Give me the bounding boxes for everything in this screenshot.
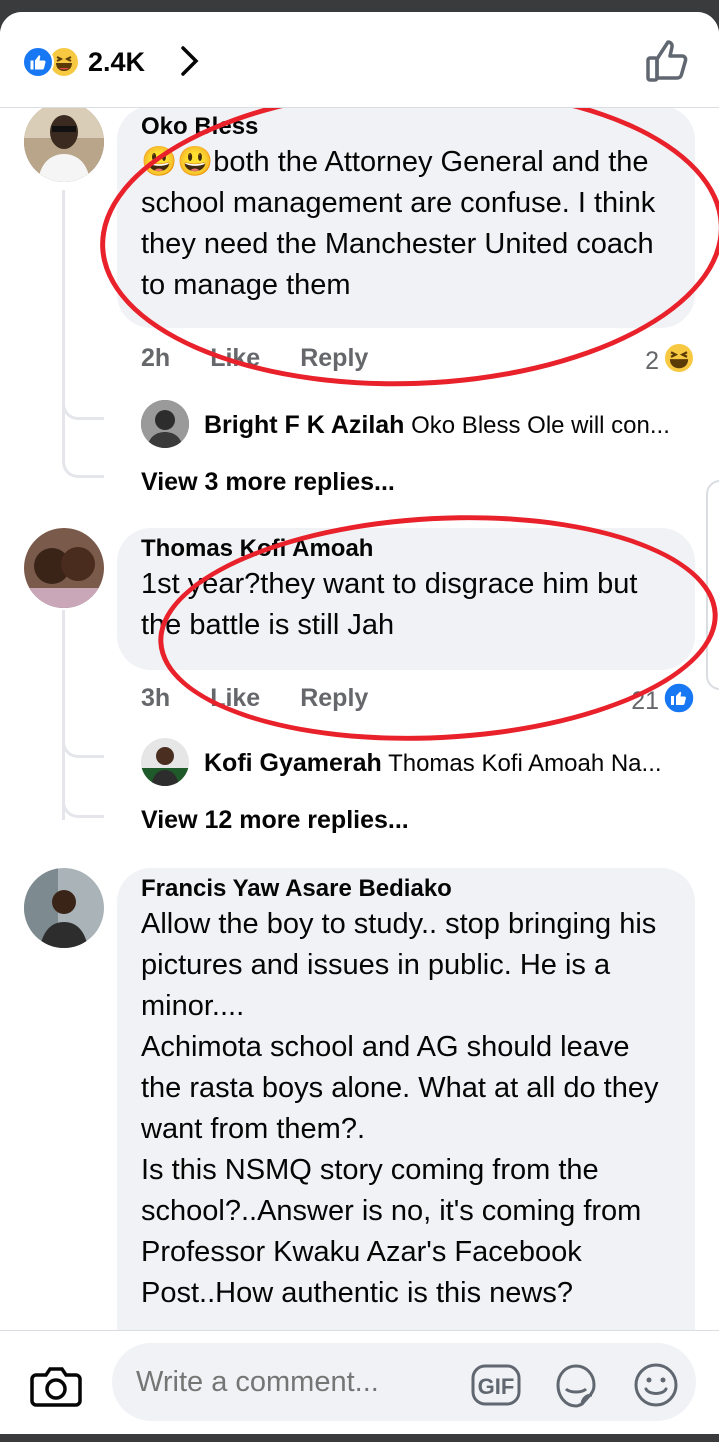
grin-emoji-icon: 😃😃 [141, 146, 214, 178]
sticker-icon[interactable] [552, 1361, 600, 1414]
comment-reactions[interactable]: 2 [645, 342, 695, 381]
reaction-summary[interactable]: 2.4K [22, 44, 145, 80]
comment-time: 2h [141, 344, 171, 372]
avatar[interactable] [24, 868, 104, 948]
thread-connector [62, 706, 104, 758]
comment-reaction-count: 2 [645, 347, 659, 375]
reaction-count: 2.4K [88, 46, 146, 77]
comment-reaction-count: 21 [631, 687, 659, 715]
comment-bubble: Oko Bless 😃😃both the Attorney General an… [117, 108, 695, 328]
svg-text:GIF: GIF [478, 1374, 515, 1399]
comment-list: Oko Bless 😃😃both the Attorney General an… [0, 108, 719, 1338]
like-link[interactable]: Like [210, 684, 260, 713]
emoji-icon[interactable] [632, 1361, 680, 1414]
comment-text: 😃😃both the Attorney General and the scho… [141, 146, 656, 301]
haha-icon [663, 342, 695, 381]
comment-author[interactable]: Oko Bless [141, 112, 671, 142]
avatar[interactable] [141, 738, 189, 786]
comment-author[interactable]: Francis Yaw Asare Bediako [141, 874, 671, 904]
comment-time: 3h [141, 684, 171, 712]
comment-input[interactable] [112, 1343, 696, 1421]
like-icon [22, 46, 54, 78]
comment-composer: GIF [0, 1330, 719, 1434]
comment-text: Allow the boy to study.. stop bringing h… [141, 908, 659, 1309]
comment-bubble: Thomas Kofi Amoah 1st year?they want to … [117, 528, 695, 670]
view-more-replies[interactable]: View 3 more replies... [141, 468, 395, 497]
chevron-right-icon[interactable] [178, 44, 202, 83]
camera-icon[interactable] [30, 1363, 82, 1412]
gif-icon[interactable]: GIF [470, 1363, 522, 1412]
comment-bubble: Francis Yaw Asare Bediako Allow the boy … [117, 868, 695, 1338]
reply-link[interactable]: Reply [300, 344, 368, 373]
reply-link[interactable]: Reply [300, 684, 368, 713]
comment-author[interactable]: Thomas Kofi Amoah [141, 534, 671, 564]
reply-preview[interactable]: Bright F K Azilah Oko Bless Ole will con… [204, 410, 694, 441]
comments-sheet: 2.4K Oko Bless 😃😃both the Attorney Gener… [0, 12, 719, 1434]
reply-preview[interactable]: Kofi Gyamerah Thomas Kofi Amoah Na... [204, 748, 694, 779]
thread-connector [62, 752, 104, 818]
comment-actions: 2h Like Reply [141, 344, 368, 373]
avatar[interactable] [24, 108, 104, 182]
comment-reactions[interactable]: 21 [631, 682, 695, 721]
avatar[interactable] [24, 528, 104, 608]
avatar[interactable] [141, 400, 189, 448]
side-panel-edge [706, 480, 719, 690]
thread-connector [62, 408, 104, 478]
like-icon [663, 682, 695, 721]
comment-actions-row: 3h Like Reply [141, 684, 368, 713]
reactions-header: 2.4K [0, 12, 719, 108]
comment-text: 1st year?they want to disgrace him but t… [141, 568, 638, 641]
thumbs-up-outline-icon[interactable] [643, 38, 691, 91]
like-link[interactable]: Like [210, 344, 260, 373]
view-more-replies[interactable]: View 12 more replies... [141, 806, 409, 835]
